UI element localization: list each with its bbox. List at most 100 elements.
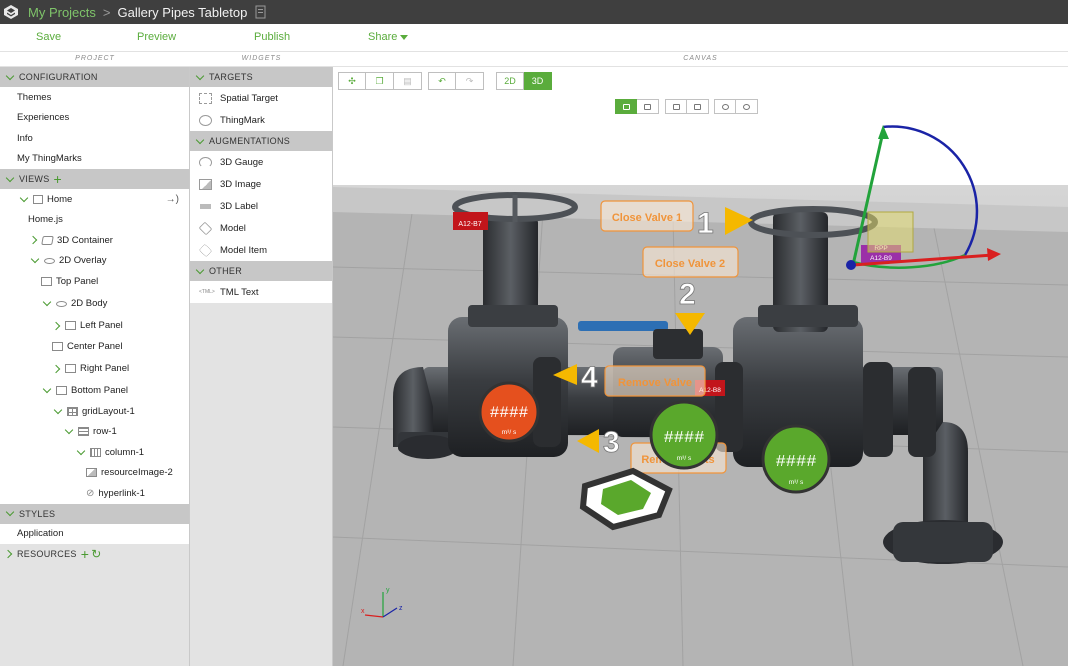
add-resource-icon[interactable]: + — [81, 547, 89, 561]
add-view-icon[interactable]: + — [54, 172, 62, 186]
undo-button[interactable]: ↶ — [428, 72, 456, 90]
widget-spatial-target[interactable]: Spatial Target — [190, 87, 332, 109]
chevron-right-icon[interactable] — [51, 364, 61, 373]
config-item-experiences[interactable]: Experiences — [0, 107, 189, 128]
project-title: Gallery Pipes Tabletop — [117, 4, 248, 20]
row-label: row-1 — [93, 426, 117, 438]
tree-item-top-panel[interactable]: Top Panel — [0, 271, 189, 292]
widget-3d-gauge[interactable]: 3D Gauge — [190, 151, 332, 173]
config-item-info[interactable]: Info — [0, 128, 189, 149]
tree-item-3d-container[interactable]: 3D Container — [0, 230, 189, 251]
project-panel: CONFIGURATION Themes Experiences Info My… — [0, 67, 190, 666]
chevron-down-icon[interactable] — [53, 405, 63, 414]
widget-3d-image[interactable]: 3D Image — [190, 173, 332, 195]
other-section-header[interactable]: OTHER — [190, 261, 332, 281]
step-number-3: 3 — [603, 426, 620, 459]
app-logo-icon[interactable] — [0, 0, 22, 24]
canvas-panel[interactable]: A12-B7 A12-B8 RPP A12-B9 Close Valve 1 C… — [333, 67, 1068, 666]
3d-container-label: 3D Container — [57, 234, 113, 246]
share-button[interactable]: Share — [368, 31, 409, 43]
tree-item-row[interactable]: row-1 — [0, 421, 189, 442]
label-close-valve-1[interactable]: Close Valve 1 — [600, 200, 694, 232]
tree-item-2d-overlay[interactable]: 2D Overlay — [0, 250, 189, 271]
augmentations-section-header[interactable]: AUGMENTATIONS — [190, 131, 332, 151]
augmentations-label: AUGMENTATIONS — [209, 136, 291, 146]
views-section-header[interactable]: VIEWS + — [0, 169, 189, 189]
eye-hidden-icon — [721, 103, 729, 110]
tree-item-right-panel[interactable]: Right Panel — [0, 356, 189, 381]
preview-button[interactable]: Preview — [137, 31, 176, 43]
redo-button[interactable]: ↷ — [456, 72, 484, 90]
zoom-selected-button[interactable] — [687, 99, 709, 114]
gauge-green-middle[interactable]: #### m³/ s — [649, 400, 719, 470]
chevron-down-icon — [195, 265, 205, 274]
tree-item-resource-image[interactable]: resourceImage-2 — [0, 462, 189, 483]
tree-item-column[interactable]: column-1 — [0, 442, 189, 463]
svg-text:####: #### — [490, 404, 529, 422]
body-icon — [56, 300, 67, 307]
widget-model-item[interactable]: Model Item — [190, 239, 332, 261]
thingmark-icon — [199, 114, 212, 126]
save-button[interactable]: Save — [36, 31, 61, 43]
mode-2d-button[interactable]: 2D — [496, 72, 524, 90]
tree-item-2d-body[interactable]: 2D Body — [0, 291, 189, 316]
refresh-icon[interactable]: ↻ — [91, 547, 101, 561]
chevron-down-icon[interactable] — [64, 426, 74, 435]
paste-button[interactable]: ▤ — [394, 72, 422, 90]
label-remove-valve[interactable]: Remove Valve — [604, 365, 706, 397]
config-item-themes[interactable]: Themes — [0, 87, 189, 108]
label-close-valve-2[interactable]: Close Valve 2 — [642, 246, 739, 278]
panel-icon — [56, 386, 67, 396]
3d-scene[interactable]: A12-B7 A12-B8 RPP A12-B9 Close Valve 1 C… — [333, 67, 1068, 666]
chevron-down-icon[interactable] — [19, 193, 29, 202]
targets-section-header[interactable]: TARGETS — [190, 67, 332, 87]
widget-tml-text[interactable]: <TML> TML Text — [190, 281, 332, 303]
tree-item-home-js[interactable]: Home.js — [0, 209, 189, 230]
tree-item-bottom-panel[interactable]: Bottom Panel — [0, 380, 189, 401]
configuration-section-header[interactable]: CONFIGURATION — [0, 67, 189, 87]
resources-label: RESOURCES — [17, 549, 77, 559]
tree-item-grid-layout[interactable]: gridLayout-1 — [0, 401, 189, 422]
step-number-2: 2 — [679, 278, 696, 311]
eye-icon — [743, 103, 750, 110]
chevron-right-icon[interactable] — [51, 321, 61, 330]
transform-tool-button[interactable]: ✣ — [338, 72, 366, 90]
view-options-group — [615, 99, 659, 114]
chevron-down-icon[interactable] — [42, 297, 52, 307]
2d-body-label: 2D Body — [71, 298, 108, 309]
show-widgets-button[interactable] — [637, 99, 659, 114]
svg-text:Remove Valve: Remove Valve — [618, 377, 692, 389]
row-icon — [78, 427, 89, 437]
chevron-down-icon — [5, 71, 15, 80]
show-model-button[interactable] — [615, 99, 637, 114]
chevron-right-icon[interactable] — [28, 236, 38, 245]
widget-thingmark[interactable]: ThingMark — [190, 109, 332, 131]
chevron-down-icon[interactable] — [42, 385, 52, 394]
tree-item-hyperlink[interactable]: ⊘ hyperlink-1 — [0, 483, 189, 504]
widgets-panel-header: WIDGETS — [190, 52, 333, 67]
copy-button[interactable]: ❐ — [366, 72, 394, 90]
show-button[interactable] — [736, 99, 758, 114]
widget-3d-label[interactable]: 3D Label — [190, 195, 332, 217]
config-item-my-thingmarks[interactable]: My ThingMarks — [0, 148, 189, 169]
tree-item-home[interactable]: Home →) — [0, 189, 189, 210]
tree-item-left-panel[interactable]: Left Panel — [0, 315, 189, 336]
hide-button[interactable] — [714, 99, 736, 114]
zoom-fit-button[interactable] — [665, 99, 687, 114]
breadcrumb-my-projects[interactable]: My Projects — [28, 5, 96, 20]
styles-item-application[interactable]: Application — [0, 523, 189, 544]
publish-button[interactable]: Publish — [254, 31, 290, 43]
gauge-green-right[interactable]: #### m³/ s — [761, 424, 831, 494]
gauge-red[interactable]: #### m³/ s — [478, 381, 540, 443]
resources-section-header[interactable]: RESOURCES + ↻ — [0, 544, 189, 564]
mode-3d-button[interactable]: 3D — [524, 72, 552, 90]
redo-icon: ↷ — [465, 75, 474, 86]
chevron-down-icon[interactable] — [30, 255, 40, 264]
tree-item-center-panel[interactable]: Center Panel — [0, 336, 189, 357]
chevron-down-icon[interactable] — [76, 446, 86, 455]
grid-layout-label: gridLayout-1 — [82, 405, 135, 417]
navigate-icon[interactable]: →) — [166, 194, 179, 205]
styles-section-header[interactable]: STYLES — [0, 503, 189, 524]
widget-model[interactable]: Model — [190, 217, 332, 239]
project-info-icon[interactable] — [255, 4, 269, 20]
